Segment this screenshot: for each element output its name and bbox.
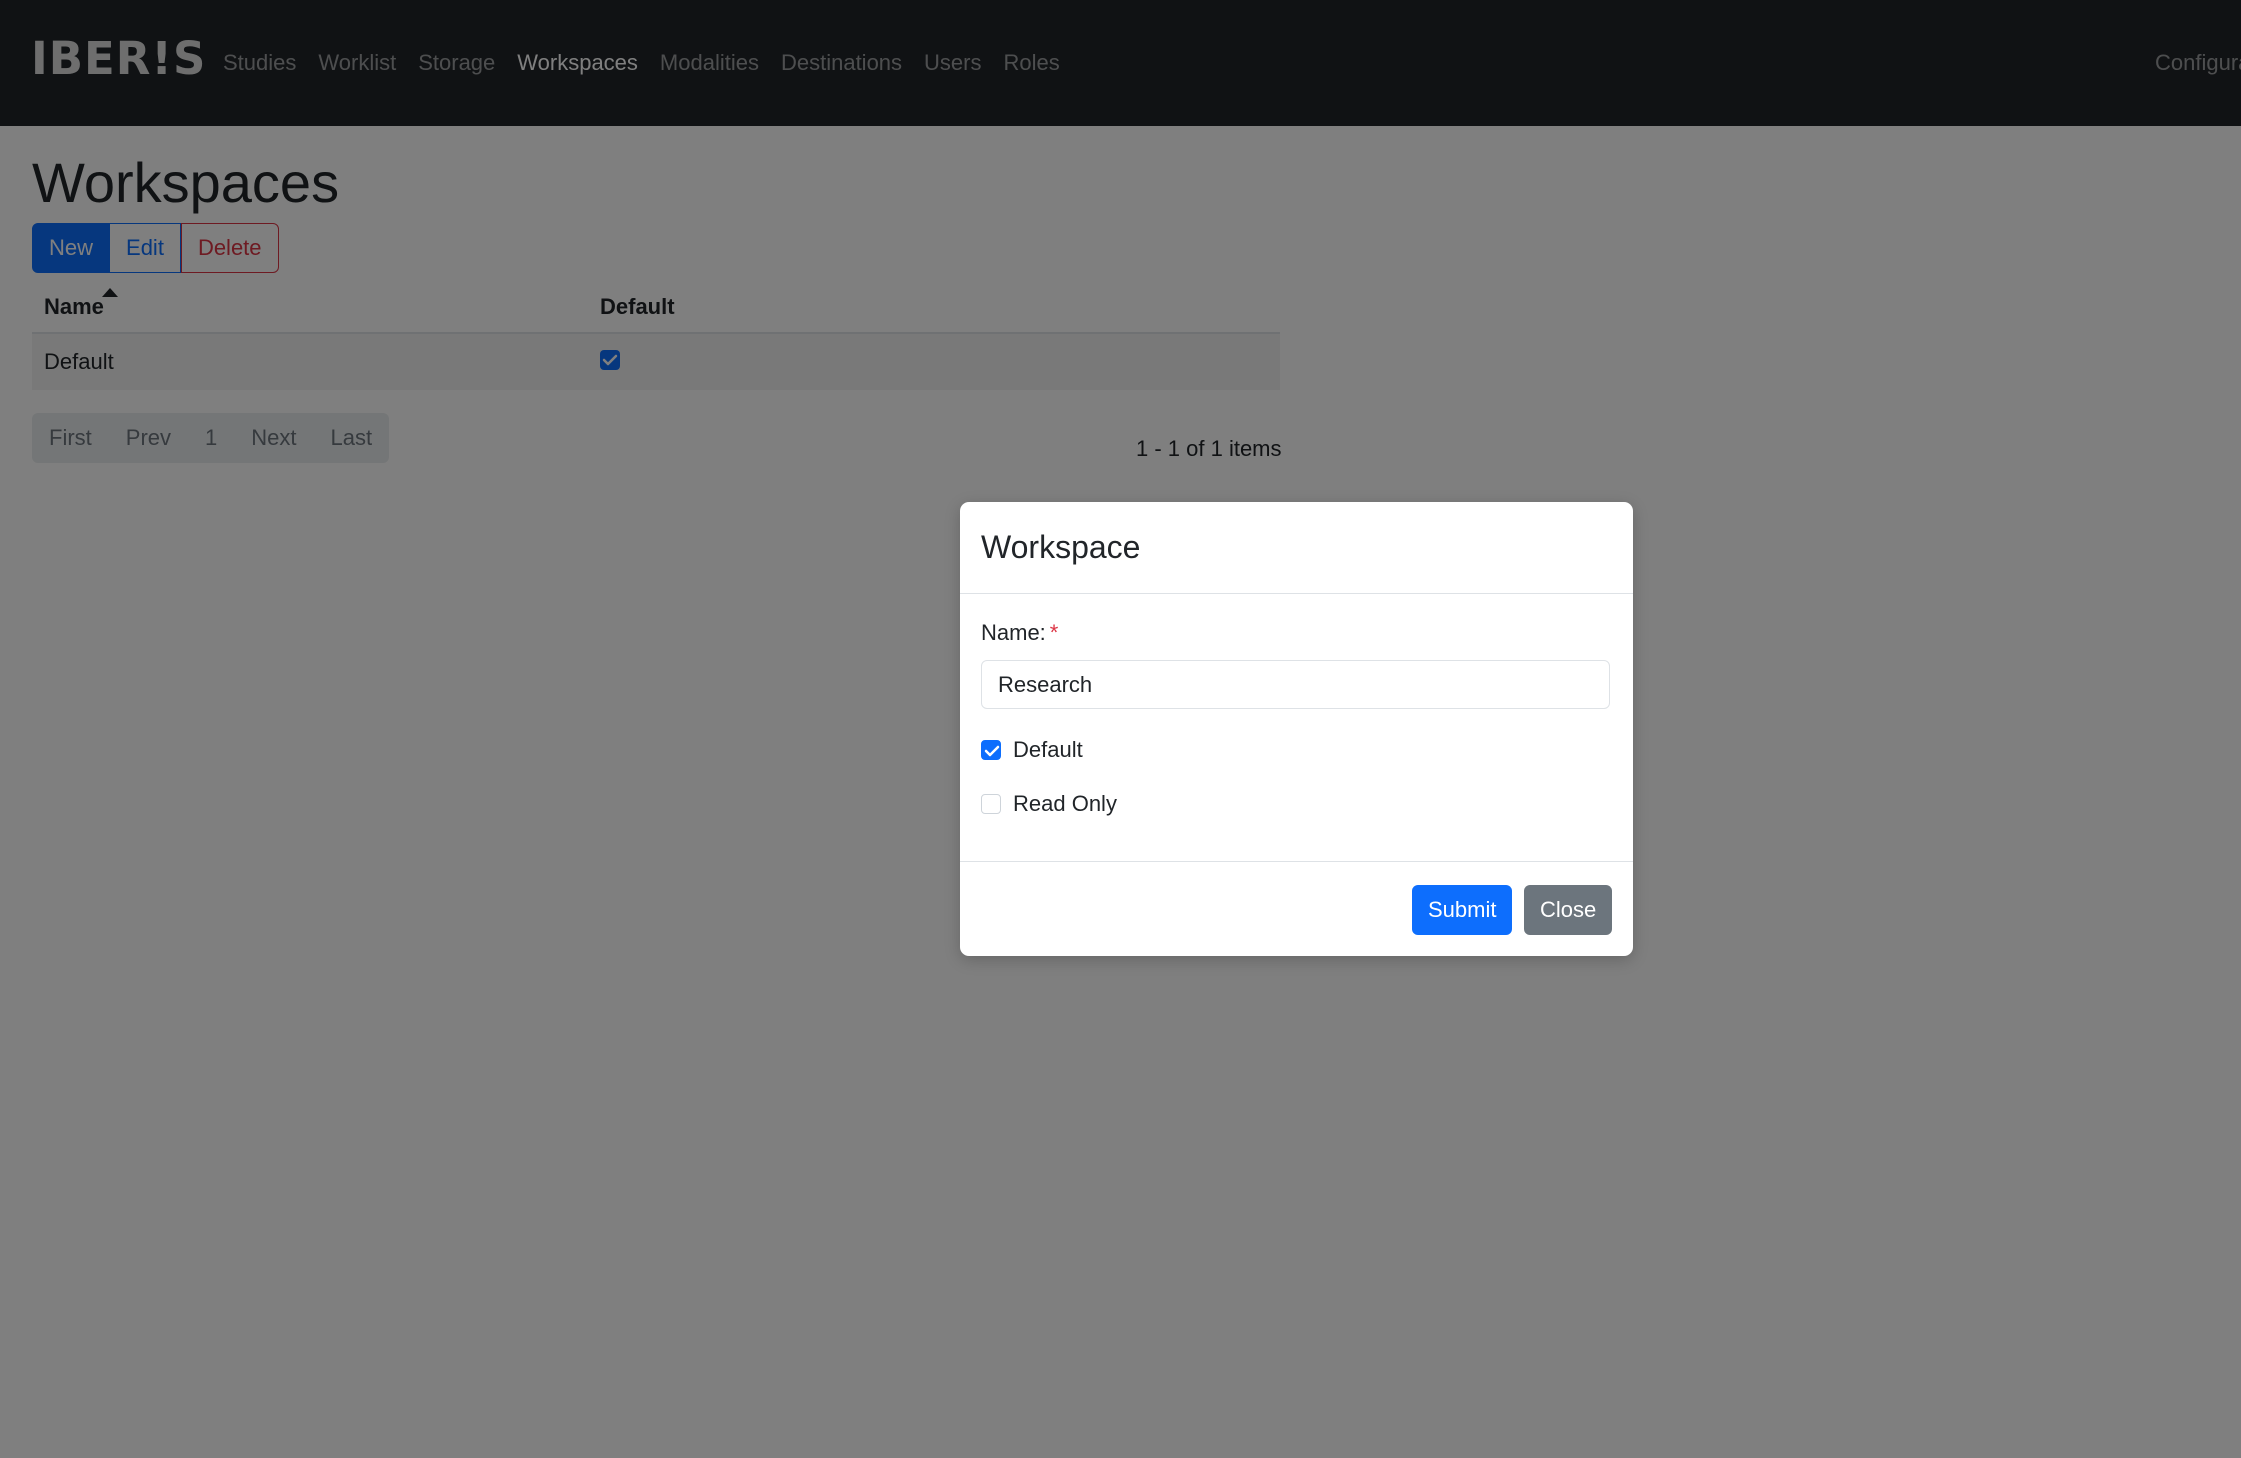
modal-title: Workspace <box>981 529 1141 565</box>
name-field-label: Name: * <box>981 620 1058 646</box>
default-checkbox-row[interactable]: Default <box>981 737 1083 763</box>
default-checkbox-label[interactable]: Default <box>1013 737 1083 763</box>
default-checkbox[interactable] <box>981 740 1001 760</box>
name-label-text: Name: <box>981 620 1046 645</box>
modal-header: Workspace <box>960 502 1633 594</box>
read-only-checkbox-row[interactable]: Read Only <box>981 791 1117 817</box>
close-button[interactable]: Close <box>1524 885 1613 935</box>
workspace-dialog: Workspace Name:* Default Read Only Submi… <box>960 502 1633 956</box>
modal-footer-divider <box>960 861 1633 862</box>
submit-button[interactable]: Submit <box>1412 885 1513 935</box>
required-marker: * <box>1049 620 1059 645</box>
read-only-checkbox-label[interactable]: Read Only <box>1013 791 1117 817</box>
read-only-checkbox[interactable] <box>981 794 1001 814</box>
modal-footer: Submit Close <box>960 863 1633 956</box>
name-input[interactable] <box>981 660 1610 709</box>
